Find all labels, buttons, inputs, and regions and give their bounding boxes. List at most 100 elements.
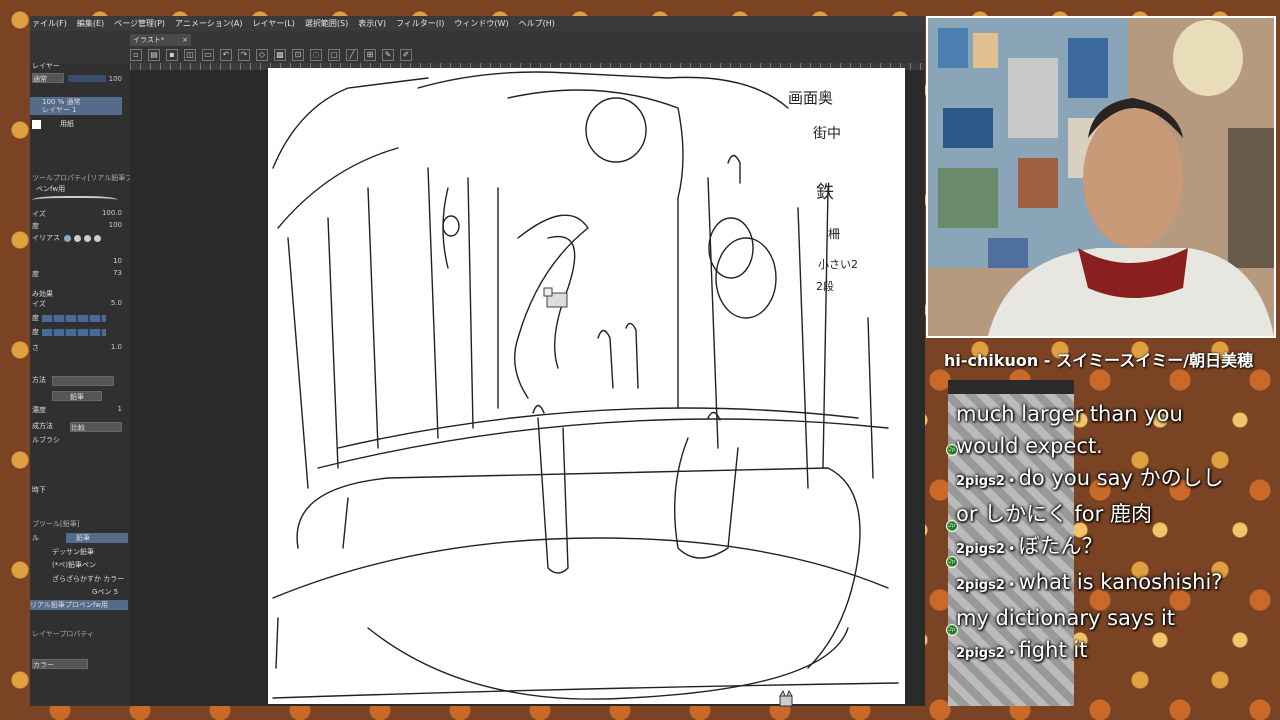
layer-panel-title: レイヤー bbox=[32, 62, 60, 70]
grid-icon[interactable]: ⊞ bbox=[364, 49, 376, 61]
redo-icon[interactable]: ↷ bbox=[238, 49, 250, 61]
subtool-header: ブツール[鉛筆] bbox=[32, 520, 80, 528]
chat-separator: • bbox=[1007, 542, 1016, 557]
menu-help[interactable]: ヘルプ(H) bbox=[519, 16, 555, 31]
chat-badge-icon: 2p bbox=[946, 520, 958, 532]
blend-mode-select[interactable]: 通常 bbox=[32, 73, 64, 83]
sketch-note-5: 小さい2 bbox=[818, 258, 858, 271]
layer-1-name: レイヤー 1 bbox=[42, 106, 77, 114]
menu-page[interactable]: ページ管理(P) bbox=[114, 16, 165, 31]
anti-alias-options[interactable] bbox=[64, 235, 101, 242]
pen-icon[interactable]: ✎ bbox=[382, 49, 394, 61]
clip-studio-window: ァイル(F) 編集(E) ページ管理(P) アニメーション(A) レイヤー(L)… bbox=[30, 16, 925, 706]
paper-layer-label[interactable]: 用紙 bbox=[60, 119, 74, 129]
subtool-brush-4[interactable]: Gペン 5 bbox=[92, 587, 118, 597]
undo-icon[interactable]: ↶ bbox=[220, 49, 232, 61]
open-file-icon[interactable]: ▤ bbox=[148, 49, 160, 61]
fill-icon[interactable]: ▩ bbox=[274, 49, 286, 61]
opacity-slider[interactable] bbox=[68, 75, 106, 82]
menu-animation[interactable]: アニメーション(A) bbox=[175, 16, 242, 31]
paper-thumbnail bbox=[32, 120, 41, 129]
aa-option-icon[interactable] bbox=[94, 235, 101, 242]
size-label: イズ bbox=[32, 210, 46, 218]
print-icon[interactable]: ▭ bbox=[202, 49, 214, 61]
face bbox=[1083, 108, 1183, 248]
layer-row-1[interactable]: 100 % 通常 レイヤー 1 bbox=[30, 97, 122, 115]
chat-message: much larger than you would expect. bbox=[956, 398, 1248, 462]
pen-method-options[interactable] bbox=[52, 376, 114, 386]
density2-value[interactable]: 1 bbox=[118, 405, 122, 413]
subtool-brush-5: リアル鉛筆プロペンfw用 bbox=[30, 601, 108, 609]
menu-view[interactable]: 表示(V) bbox=[358, 16, 386, 31]
chat-username[interactable]: 2pigs2 bbox=[956, 646, 1005, 661]
menu-file[interactable]: ァイル(F) bbox=[32, 16, 67, 31]
subtool-brush-1[interactable]: デッサン鉛筆 bbox=[52, 547, 94, 557]
aa-option-icon[interactable] bbox=[74, 235, 81, 242]
hardness-value[interactable]: 10 bbox=[113, 257, 122, 265]
aa-option-icon[interactable] bbox=[64, 235, 71, 242]
drawing-canvas[interactable]: 画面奥 街中 鉄 柵 小さい2 2段 bbox=[268, 68, 905, 704]
ruler-icon[interactable]: ╱ bbox=[346, 49, 358, 61]
menu-filter[interactable]: フィルター(I) bbox=[396, 16, 444, 31]
blend-mode-value: 通常 bbox=[33, 75, 47, 83]
chat-badge-icon: 2p bbox=[946, 444, 958, 456]
eraser-icon[interactable]: ✐ bbox=[400, 49, 412, 61]
chat-message: 2p 2pigs2 • what is kanoshishi? my diction… bbox=[946, 556, 1248, 634]
anti-alias-label: イリアス bbox=[32, 234, 60, 242]
export-icon[interactable]: ◫ bbox=[184, 49, 196, 61]
composite-method-value: 比較 bbox=[71, 424, 85, 432]
tool-brush-name: ベンfw用 bbox=[36, 185, 66, 193]
stabilization-value[interactable]: 73 bbox=[113, 269, 122, 277]
pen-method-select[interactable]: 鉛筆 bbox=[52, 391, 102, 401]
menu-selection[interactable]: 選択範囲(S) bbox=[305, 16, 348, 31]
menu-window[interactable]: ウィンドウ(W) bbox=[454, 16, 508, 31]
subtool-tab-1[interactable]: ル bbox=[32, 533, 39, 543]
select-all-icon[interactable]: ▢ bbox=[328, 49, 340, 61]
density2-label: 濃度 bbox=[32, 406, 46, 414]
subtool-brush-2[interactable]: (*ペ)鉛筆ペン bbox=[52, 560, 96, 570]
chat-username[interactable]: 2pigs2 bbox=[956, 578, 1005, 593]
subtool-tab-pencil[interactable]: 鉛筆 bbox=[66, 533, 128, 543]
cat-cursor-icon bbox=[779, 690, 793, 707]
texture-slider[interactable] bbox=[42, 315, 106, 322]
density-value[interactable]: 100 bbox=[109, 221, 122, 229]
aa-option-icon[interactable] bbox=[84, 235, 91, 242]
layer-color-label: カラー bbox=[33, 661, 54, 669]
chat-overlay: much larger than you would expect. 2p 2p… bbox=[946, 398, 1248, 670]
strength-label: 度 bbox=[32, 328, 39, 336]
layer-color-select[interactable]: カラー bbox=[32, 659, 88, 669]
save-icon[interactable]: ▪ bbox=[166, 49, 178, 61]
clear-icon[interactable]: ◇ bbox=[256, 49, 268, 61]
chat-username[interactable]: 2pigs2 bbox=[956, 474, 1005, 489]
ink-size-label: イズ bbox=[32, 300, 46, 308]
chat-message-text: ぼたん？ bbox=[1018, 534, 1103, 558]
document-tab[interactable]: イラスト* × bbox=[130, 34, 191, 46]
brush-shape-label: ルブラシ bbox=[32, 436, 60, 444]
toolbar: イラスト* × ▫ ▤ ▪ ◫ ▭ ↶ ↷ ◇ ▩ ⊡ ◌ ▢ ╱ ⊞ ✎ ✐ bbox=[30, 31, 925, 64]
thickness-label: さ bbox=[32, 344, 39, 352]
size-value[interactable]: 100.0 bbox=[102, 209, 122, 217]
chat-message: 2p 2pigs2 • fight it bbox=[946, 624, 1248, 670]
menu-layer[interactable]: レイヤー(L) bbox=[252, 16, 294, 31]
subtool-tab-pencil-label: 鉛筆 bbox=[76, 534, 90, 542]
subtool-brush-3[interactable]: ざらざらかすか カラー bbox=[52, 574, 124, 584]
strength-slider[interactable] bbox=[42, 329, 106, 336]
composite-method-label: 成方法 bbox=[32, 422, 53, 430]
thickness-value[interactable]: 1.0 bbox=[111, 343, 122, 351]
lasso-icon[interactable]: ◌ bbox=[310, 49, 322, 61]
chat-message: 2p 2pigs2 • do you say かのしし or しかにく for 鹿肉 bbox=[946, 444, 1248, 530]
left-panel: レイヤー 通常 100 100 % 通常 レイヤー 1 用紙 ツールプロパティ[… bbox=[30, 62, 171, 706]
bookshelf bbox=[1228, 128, 1274, 268]
cat-sprite-icon bbox=[543, 287, 568, 308]
new-file-icon[interactable]: ▫ bbox=[130, 49, 142, 61]
chat-separator: • bbox=[1007, 646, 1016, 661]
subtool-brush-selected[interactable]: リアル鉛筆プロペンfw用 bbox=[30, 600, 128, 610]
ink-size-value[interactable]: 5.0 bbox=[111, 299, 122, 307]
menu-edit[interactable]: 編集(E) bbox=[77, 16, 104, 31]
chat-message: 2p 2pigs2 • ぼたん？ bbox=[946, 520, 1248, 566]
now-playing: hi-chikuon - スイミースイミー/朝日美穂 bbox=[944, 351, 1254, 370]
composite-method-select[interactable]: 比較 bbox=[70, 422, 122, 432]
chat-username[interactable]: 2pigs2 bbox=[956, 542, 1005, 557]
close-icon[interactable]: × bbox=[182, 34, 188, 46]
transform-icon[interactable]: ⊡ bbox=[292, 49, 304, 61]
